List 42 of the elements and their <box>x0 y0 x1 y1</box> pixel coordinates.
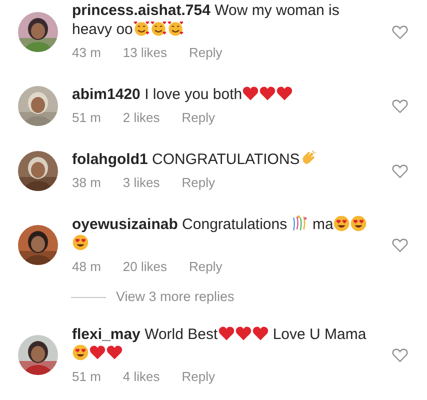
heart-icon <box>106 344 123 361</box>
reply-button[interactable]: Reply <box>182 175 216 191</box>
smiling-face-icon <box>150 20 167 37</box>
comment-time: 51 m <box>72 369 101 385</box>
comment-text: oyewusizainab Congratulations ma <box>72 215 391 253</box>
heart-icon <box>252 325 269 342</box>
comment-text: folahgold1 CONGRATULATIONS <box>72 150 391 169</box>
heart-icon <box>89 344 106 361</box>
heart-icon <box>259 85 276 102</box>
reply-button[interactable]: Reply <box>188 259 222 275</box>
smiling-face-icon <box>132 20 150 37</box>
like-heart-icon[interactable] <box>391 236 409 254</box>
likes-count-button[interactable]: 20 likes <box>122 259 167 275</box>
comment-time: 51 m <box>72 110 101 126</box>
comment-time: 48 m <box>72 259 101 275</box>
reply-button[interactable]: Reply <box>182 369 216 385</box>
heart-icon <box>276 85 294 102</box>
reply-button[interactable]: Reply <box>182 110 216 126</box>
comment-text: abim1420 I love you both <box>72 85 391 104</box>
heart-icon <box>218 325 235 342</box>
heart-eyes-face-icon <box>72 234 89 251</box>
view-replies-link[interactable]: View 3 more replies <box>116 289 234 305</box>
like-heart-icon[interactable] <box>391 346 409 364</box>
likes-count-button[interactable]: 4 likes <box>122 369 160 385</box>
comment-time: 38 m <box>72 175 101 191</box>
likes-count-button[interactable]: 2 likes <box>122 110 160 126</box>
comment-text: princess.aishat.754 Wow my woman is heavy oo <box>72 2 340 39</box>
heart-icon <box>242 85 260 102</box>
like-heart-icon[interactable] <box>391 162 409 180</box>
smiling-face-icon <box>166 20 184 37</box>
heart-eyes-face-icon <box>72 344 89 361</box>
likes-count-button[interactable]: 3 likes <box>122 175 160 191</box>
heart-icon <box>234 325 252 342</box>
confetti-icon <box>291 215 308 232</box>
comment-text: flexi_may World Best Love U Mama <box>72 325 391 363</box>
likes-count-button[interactable]: 13 likes <box>122 45 167 61</box>
heart-eyes-face-icon <box>350 215 368 232</box>
reply-button[interactable]: Reply <box>188 45 222 61</box>
like-heart-icon[interactable] <box>391 96 409 114</box>
like-heart-icon[interactable] <box>391 22 409 40</box>
comment-time: 43 m <box>72 45 101 61</box>
heart-eyes-face-icon <box>333 215 350 232</box>
